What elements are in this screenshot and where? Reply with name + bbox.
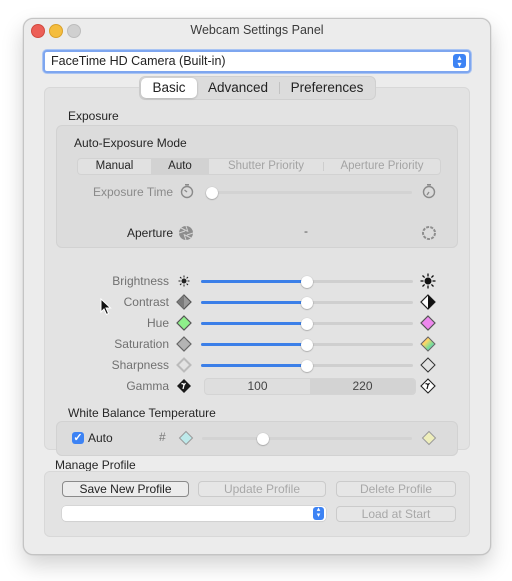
sharpness-sharp-icon (420, 357, 436, 373)
mode-manual[interactable]: Manual (78, 159, 151, 174)
save-new-profile-button[interactable]: Save New Profile (62, 481, 189, 497)
contrast-high-icon (420, 294, 436, 310)
brightness-knob[interactable] (301, 275, 313, 288)
saturation-color-icon (420, 336, 436, 352)
brightness-label: Brightness (112, 274, 169, 288)
white-balance-knob[interactable] (256, 432, 269, 445)
mode-shutter-priority[interactable]: Shutter Priority (209, 159, 323, 174)
saturation-label: Saturation (114, 337, 169, 351)
camera-select[interactable]: FaceTime HD Camera (Built-in) ▴ ▾ (43, 50, 471, 73)
saturation-slider[interactable] (201, 338, 413, 351)
contrast-low-icon (176, 294, 192, 310)
contrast-slider[interactable] (201, 296, 413, 309)
tab-preferences[interactable]: Preferences (280, 77, 374, 99)
aperture-closed-icon (178, 225, 194, 241)
wb-auto-label: Auto (88, 431, 113, 445)
white-balance-heading: White Balance Temperature (68, 406, 216, 420)
exposure-time-knob[interactable] (206, 186, 218, 199)
gamma-value-right: 220 (310, 379, 415, 394)
exposure-time-label: Exposure Time (93, 185, 174, 199)
delete-profile-button[interactable]: Delete Profile (336, 481, 456, 497)
hue-knob[interactable] (301, 317, 313, 330)
wb-hash-label: # (159, 430, 166, 444)
camera-select-value: FaceTime HD Camera (Built-in) (51, 54, 226, 68)
load-at-start-button[interactable]: Load at Start (336, 506, 456, 522)
brightness-slider[interactable] (201, 275, 413, 288)
hue-green-icon (176, 315, 192, 331)
hue-magenta-icon (420, 315, 436, 331)
exposure-group: Auto-Exposure Mode Manual Auto Shutter P… (56, 125, 458, 248)
chevron-updown-icon: ▴ ▾ (313, 506, 324, 520)
contrast-knob[interactable] (301, 296, 313, 309)
manage-profile-group: Save New Profile Update Profile Delete P… (44, 471, 470, 537)
hue-label: Hue (146, 316, 169, 330)
mode-aperture-priority[interactable]: Aperture Priority (324, 159, 440, 174)
stopwatch-full-icon (421, 183, 437, 199)
exposure-heading: Exposure (68, 109, 119, 123)
white-balance-slider[interactable] (202, 432, 412, 445)
gamma-light-icon (420, 378, 436, 394)
auto-exposure-mode-label: Auto-Exposure Mode (74, 136, 187, 150)
exposure-mode-segmented-control: Manual Auto Shutter Priority Aperture Pr… (77, 158, 441, 175)
contrast-label: Contrast (123, 295, 169, 309)
manage-profile-heading: Manage Profile (55, 458, 136, 472)
warm-temp-icon (421, 430, 437, 446)
aperture-open-icon (421, 225, 437, 241)
tab-advanced[interactable]: Advanced (198, 77, 278, 99)
aperture-label: Aperture (127, 226, 174, 240)
exposure-time-slider[interactable] (206, 186, 412, 199)
cool-temp-icon (178, 430, 194, 446)
basic-panel: Exposure Auto-Exposure Mode Manual Auto … (44, 87, 470, 456)
chevron-updown-icon: ▴ ▾ (453, 54, 466, 69)
mouse-cursor-icon (100, 297, 112, 316)
white-balance-group: ✓ Auto # (56, 421, 458, 456)
saturation-knob[interactable] (301, 338, 313, 351)
sharpness-soft-icon (176, 357, 192, 373)
stopwatch-icon (179, 183, 195, 199)
sun-small-icon (176, 273, 192, 289)
mode-auto[interactable]: Auto (151, 159, 209, 174)
sharpness-slider[interactable] (201, 359, 413, 372)
sharpness-label: Sharpness (111, 358, 169, 372)
gamma-value-left: 100 (247, 379, 268, 393)
gamma-field[interactable]: 100 220 (204, 378, 416, 395)
tab-basic[interactable]: Basic (141, 78, 197, 98)
settings-window: Webcam Settings Panel FaceTime HD Camera… (23, 18, 491, 555)
window-title: Webcam Settings Panel (190, 23, 324, 37)
gamma-label: Gamma (126, 379, 169, 393)
update-profile-button[interactable]: Update Profile (198, 481, 326, 497)
gamma-dark-icon (176, 378, 192, 394)
aperture-value: - (304, 224, 308, 238)
wb-auto-checkbox[interactable]: ✓ (72, 432, 84, 444)
hue-slider[interactable] (201, 317, 413, 330)
sharpness-knob[interactable] (301, 359, 313, 372)
saturation-gray-icon (176, 336, 192, 352)
tab-bar: Basic Advanced Preferences (139, 76, 376, 100)
sun-large-icon (420, 273, 436, 289)
profile-select[interactable]: ▴ ▾ (62, 506, 326, 521)
title-bar: Webcam Settings Panel (24, 19, 490, 41)
